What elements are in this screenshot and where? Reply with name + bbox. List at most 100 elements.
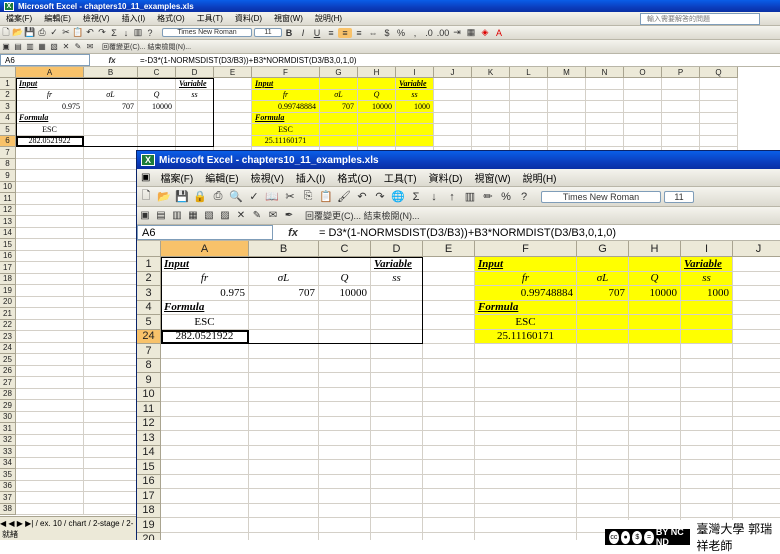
- indent-icon[interactable]: ⇥: [450, 27, 464, 38]
- formula-text[interactable]: =-D3*(1-NORMSDIST(D3/B3))+B3*NORMDIST(D3…: [134, 56, 357, 65]
- column-header-j[interactable]: J: [733, 241, 780, 257]
- cell-j14[interactable]: [733, 446, 780, 460]
- print-icon[interactable]: ⎙: [36, 27, 48, 38]
- cell-d18[interactable]: [371, 503, 423, 518]
- cell-d1[interactable]: Variable: [176, 78, 214, 90]
- cell-e18[interactable]: [423, 503, 475, 518]
- font-color-icon[interactable]: A: [492, 28, 506, 38]
- cell-g14[interactable]: [577, 445, 629, 460]
- column-header-i[interactable]: I: [681, 241, 733, 257]
- cell-b20[interactable]: [249, 532, 319, 540]
- help-icon[interactable]: ?: [515, 191, 533, 203]
- cell-j2[interactable]: [434, 89, 472, 101]
- cell-c5[interactable]: [319, 315, 371, 330]
- cell-b3[interactable]: 707: [84, 101, 138, 113]
- cell-i13[interactable]: [681, 431, 733, 446]
- cell-a2[interactable]: fr: [16, 89, 84, 101]
- cell-b18[interactable]: [249, 503, 319, 518]
- cell-c2[interactable]: Q: [319, 271, 371, 286]
- row-header-22[interactable]: 22: [0, 319, 16, 331]
- cell-i6[interactable]: [681, 329, 733, 344]
- cell-f5[interactable]: ESC: [252, 124, 320, 136]
- cell-b36[interactable]: [84, 480, 138, 492]
- cell-a9[interactable]: [16, 170, 84, 182]
- cell-a2[interactable]: fr: [161, 271, 249, 286]
- column-header-c[interactable]: C: [319, 241, 371, 257]
- cell-c20[interactable]: [319, 532, 371, 540]
- cell-e8[interactable]: [423, 358, 475, 373]
- next-comment-icon[interactable]: ▥: [24, 42, 36, 51]
- sheet-tab-navigation[interactable]: ◀ ◀ ▶ ▶| / ex. 10 / chart / 2-stage / 2-: [0, 519, 133, 528]
- cell-e12[interactable]: [423, 416, 475, 431]
- cell-j5[interactable]: [733, 315, 780, 330]
- cell-a19[interactable]: [16, 285, 84, 297]
- font-size-box[interactable]: 11: [254, 28, 282, 37]
- cell-k5[interactable]: [472, 124, 510, 136]
- cell-h15[interactable]: [629, 460, 681, 475]
- cell-b5[interactable]: [249, 315, 319, 330]
- cell-i3[interactable]: 1000: [681, 286, 733, 301]
- cell-a6[interactable]: 282.0521922: [161, 329, 249, 344]
- cell-p6[interactable]: [662, 135, 700, 147]
- research-icon[interactable]: 📖: [263, 190, 281, 203]
- row-header-15[interactable]: 15: [137, 460, 161, 475]
- cell-h10[interactable]: [629, 387, 681, 402]
- cell-j3[interactable]: [434, 101, 472, 113]
- row-header-21[interactable]: 21: [0, 308, 16, 320]
- cell-d12[interactable]: [371, 416, 423, 431]
- menu-item-tools[interactable]: 工具(T): [378, 170, 423, 185]
- menu-item-help[interactable]: 說明(H): [309, 13, 348, 24]
- cell-a15[interactable]: [161, 460, 249, 475]
- cell-d6[interactable]: [176, 135, 214, 147]
- cell-e20[interactable]: [423, 532, 475, 540]
- cell-a14[interactable]: [161, 445, 249, 460]
- cell-e10[interactable]: [423, 387, 475, 402]
- cell-d8[interactable]: [371, 358, 423, 373]
- cell-b17[interactable]: [84, 262, 138, 274]
- cell-i16[interactable]: [681, 474, 733, 489]
- review-reply-text[interactable]: 回覆變更(C)... 結束檢閱(N)...: [102, 42, 191, 52]
- menu-item-view[interactable]: 檢視(V): [77, 13, 116, 24]
- cell-j15[interactable]: [733, 460, 780, 475]
- cell-a18[interactable]: [16, 273, 84, 285]
- cell-h6[interactable]: [358, 135, 396, 147]
- cell-a3[interactable]: 0.975: [161, 286, 249, 301]
- cell-m3[interactable]: [548, 101, 586, 113]
- title-bar[interactable]: X Microsoft Excel - chapters10_11_exampl…: [0, 0, 780, 12]
- cell-b12[interactable]: [84, 204, 138, 216]
- cell-d9[interactable]: [371, 373, 423, 388]
- autosum-icon[interactable]: Σ: [407, 191, 425, 203]
- fx-icon[interactable]: fx: [90, 56, 134, 65]
- cell-l5[interactable]: [510, 124, 548, 136]
- cell-b16[interactable]: [249, 474, 319, 489]
- next-comment-icon[interactable]: ▦: [185, 210, 201, 221]
- menu-item-format[interactable]: 格式(O): [151, 13, 191, 24]
- sort-ascending-icon[interactable]: ↓: [425, 191, 443, 203]
- row-header-26[interactable]: 26: [0, 365, 16, 377]
- column-header-h[interactable]: H: [629, 241, 681, 257]
- cell-b31[interactable]: [84, 423, 138, 435]
- cell-i3[interactable]: 1000: [396, 101, 434, 113]
- cell-i2[interactable]: ss: [681, 271, 733, 286]
- cell-a27[interactable]: [16, 377, 84, 389]
- track-changes-icon[interactable]: ✎: [72, 42, 84, 51]
- row-header-15[interactable]: 15: [0, 239, 16, 251]
- cell-a7[interactable]: [161, 344, 249, 359]
- spelling-icon[interactable]: ✓: [245, 190, 263, 203]
- row-header-16[interactable]: 16: [137, 474, 161, 489]
- new-comment-icon[interactable]: ▤: [153, 210, 169, 221]
- cell-g2[interactable]: σL: [577, 271, 629, 286]
- cell-d7[interactable]: [371, 344, 423, 359]
- cell-q1[interactable]: [700, 78, 738, 90]
- cell-d3[interactable]: [371, 286, 423, 301]
- row-header-3[interactable]: 3: [0, 101, 16, 113]
- cell-p1[interactable]: [662, 78, 700, 90]
- cell-j5[interactable]: [434, 124, 472, 136]
- cell-a11[interactable]: [161, 402, 249, 417]
- cell-o6[interactable]: [624, 135, 662, 147]
- cell-a29[interactable]: [16, 400, 84, 412]
- row-header-5[interactable]: 5: [137, 315, 161, 330]
- worksheet-grid[interactable]: A B C D E F G H I J 1 Input Variable Input Variable 2 fr…: [137, 241, 780, 540]
- cell-h2[interactable]: Q: [629, 271, 681, 286]
- cell-f2[interactable]: fr: [252, 89, 320, 101]
